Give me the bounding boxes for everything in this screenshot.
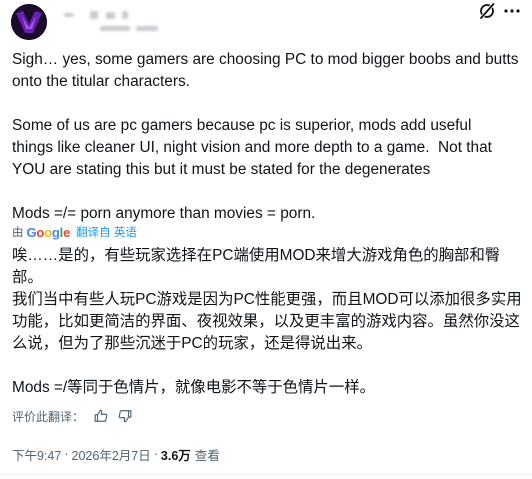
tweet-text-translated-p1: 唉……是的，有些玩家选择在PC端使用MOD来增大游戏角色的胸部和臀部。	[12, 247, 501, 286]
translation-attribution: 由 Google 翻译自 英语	[12, 224, 137, 240]
translated-from-link[interactable]: 翻译自 英语	[76, 224, 137, 240]
tweet-text-original-p3: Mods =/= porn anymore than movies = porn…	[12, 205, 316, 222]
tweet-text-original-p1: Sigh… yes, some gamers are choosing PC t…	[12, 51, 519, 90]
avatar[interactable]	[11, 4, 47, 40]
rate-translation: 评价此翻译：	[12, 407, 132, 425]
more-icon[interactable]	[503, 8, 521, 14]
view-label: 查看	[194, 448, 220, 463]
thumbs-up-icon[interactable]	[94, 409, 108, 423]
google-logo: Google	[26, 224, 71, 240]
divider	[0, 474, 532, 475]
thumbs-down-icon[interactable]	[118, 409, 132, 423]
translation-by-label: 由	[12, 227, 24, 239]
tweet-text-translated-p2: 我们当中有些人玩PC游戏是因为PC性能更强，而且MOD可以添加很多实用 功能，比…	[12, 291, 522, 352]
avatar-logo-icon	[11, 4, 47, 40]
meta-separator: ·	[153, 447, 158, 461]
grok-icon[interactable]	[478, 2, 496, 20]
author-name-redacted[interactable]	[60, 8, 180, 34]
tweet-time[interactable]: 下午9:47	[12, 445, 61, 464]
meta-separator: ·	[64, 447, 69, 461]
view-count[interactable]: 3.6万	[161, 445, 191, 464]
tweet-detail: Sigh… yes, some gamers are choosing PC t…	[0, 0, 532, 479]
rate-translation-label: 评价此翻译：	[12, 409, 85, 424]
tweet-text-translated-p3: Mods =/等同于色情片，就像电影不等于色情片一样。	[12, 379, 375, 396]
tweet-meta: 下午9:47 · 2026年2月7日 · 3.6万 查看	[12, 444, 220, 464]
tweet-date[interactable]: 2026年2月7日	[72, 445, 151, 464]
tweet-text-original-p2: Some of us are pc gamers because pc is s…	[12, 117, 492, 178]
